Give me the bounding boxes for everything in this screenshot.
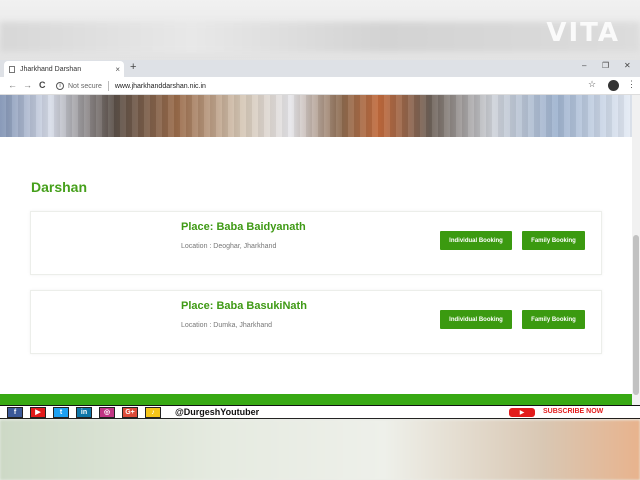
bookmark-star-icon[interactable]: ☆ bbox=[588, 79, 596, 90]
place-location: Location : Dumka, Jharkhand bbox=[181, 322, 273, 329]
forward-icon[interactable]: → bbox=[23, 80, 32, 90]
instagram-icon: ◎ bbox=[99, 406, 115, 418]
bell-icon: ♪ bbox=[145, 406, 161, 418]
temple-banner-image bbox=[0, 95, 632, 137]
tab-jharkhand-darshan[interactable]: Jharkhand Darshan × bbox=[4, 61, 124, 77]
info-icon[interactable]: i bbox=[56, 82, 64, 90]
twitter-icon: t bbox=[53, 406, 69, 418]
page-viewport: Darshan Place: Baba Baidyanath Location … bbox=[0, 95, 640, 405]
security-label: Not secure bbox=[68, 82, 102, 90]
subscribe-label: SUBSCRIBE NOW bbox=[543, 408, 604, 415]
video-top-frame: VITA bbox=[0, 0, 640, 60]
url-text[interactable]: www.jharkhanddarshan.nic.in bbox=[115, 83, 206, 90]
site-footer bbox=[0, 394, 632, 405]
back-icon[interactable]: ← bbox=[8, 80, 17, 90]
place-card: Place: Baba Baidyanath Location : Deogha… bbox=[30, 211, 602, 275]
divider bbox=[107, 81, 109, 91]
maximize-icon[interactable]: ❐ bbox=[602, 61, 609, 70]
window-close-icon[interactable]: ✕ bbox=[624, 61, 631, 70]
page-icon bbox=[9, 65, 15, 73]
place-name: Place: Baba Baidyanath bbox=[181, 221, 306, 233]
facebook-icon: f bbox=[7, 406, 23, 418]
reload-icon[interactable]: C bbox=[39, 80, 46, 90]
minimize-icon[interactable]: – bbox=[582, 61, 586, 70]
url-field[interactable]: i Not secure www.jharkhanddarshan.nic.in bbox=[56, 79, 592, 93]
youtube-logo-icon: ▶ bbox=[509, 408, 535, 417]
place-location: Location : Deoghar, Jharkhand bbox=[181, 243, 277, 250]
video-bottom-frame bbox=[0, 420, 640, 480]
family-booking-button[interactable]: Family Booking bbox=[522, 231, 585, 250]
channel-handle: @DurgeshYoutuber bbox=[175, 407, 260, 417]
address-bar: ← → C i Not secure www.jharkhanddarshan.… bbox=[0, 77, 640, 95]
individual-booking-button[interactable]: Individual Booking bbox=[440, 231, 512, 250]
linkedin-icon: in bbox=[76, 406, 92, 418]
watermark: VITA bbox=[546, 18, 620, 48]
social-strip: f ▶ t in ◎ G+ ♪ @DurgeshYoutuber ▶ SUBSC… bbox=[0, 405, 640, 419]
place-card: Place: Baba BasukiNath Location : Dumka,… bbox=[30, 290, 602, 354]
youtube-icon: ▶ bbox=[30, 406, 46, 418]
scrollbar-thumb[interactable] bbox=[633, 235, 639, 395]
place-name: Place: Baba BasukiNath bbox=[181, 300, 307, 312]
tab-bar: Jharkhand Darshan × + – ❐ ✕ bbox=[0, 60, 640, 77]
new-tab-button[interactable]: + bbox=[130, 61, 136, 73]
googleplus-icon: G+ bbox=[122, 406, 138, 418]
tab-title: Jharkhand Darshan bbox=[20, 65, 82, 73]
individual-booking-button[interactable]: Individual Booking bbox=[440, 310, 512, 329]
family-booking-button[interactable]: Family Booking bbox=[522, 310, 585, 329]
section-title: Darshan bbox=[31, 179, 88, 195]
browser-menu-icon[interactable]: ⋮ bbox=[627, 79, 636, 90]
tab-close-icon[interactable]: × bbox=[115, 65, 120, 74]
profile-avatar[interactable] bbox=[608, 80, 619, 91]
